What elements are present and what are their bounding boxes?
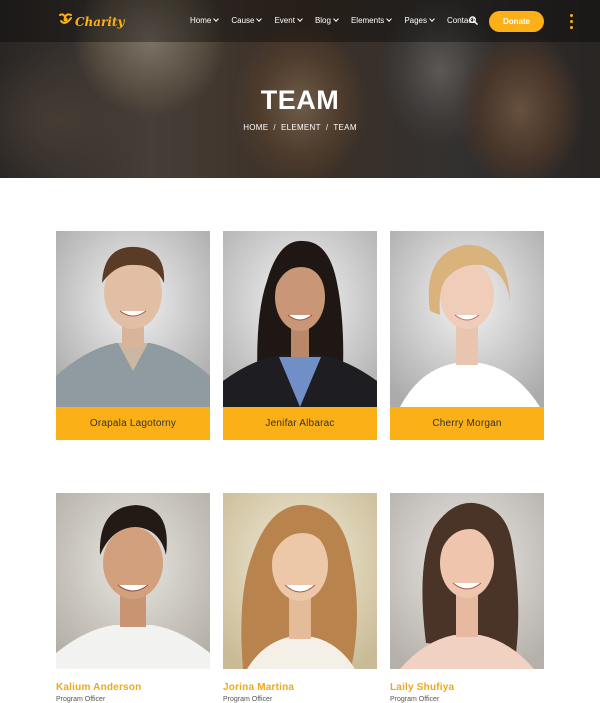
chevron-down-icon	[256, 16, 263, 22]
menu-label: Home	[190, 16, 212, 25]
breadcrumb-home[interactable]: HOME	[243, 123, 268, 132]
breadcrumb-separator: /	[273, 123, 276, 132]
search-icon[interactable]	[469, 16, 478, 25]
kebab-menu-icon[interactable]	[569, 14, 574, 29]
team-card[interactable]: Orapala Lagotorny	[56, 231, 210, 440]
member-role: Program Officer	[223, 696, 273, 703]
chevron-down-icon	[333, 16, 339, 22]
member-role: Program Officer	[390, 696, 440, 703]
member-name-bar: Orapala Lagotorny	[56, 407, 210, 440]
member-role: Program Officer	[56, 696, 106, 703]
member-name[interactable]: Jorina Martina	[223, 682, 294, 693]
charity-heart-icon	[59, 13, 72, 24]
menu-label: Pages	[404, 16, 427, 25]
member-photo	[56, 493, 210, 669]
donate-button[interactable]: Donate	[489, 11, 544, 32]
menu-label: Elements	[350, 16, 385, 25]
breadcrumb-element[interactable]: ELEMENT	[281, 123, 321, 132]
member-photo	[390, 493, 544, 669]
chevron-down-icon	[297, 16, 303, 22]
menu-label: Event	[274, 16, 295, 25]
member-name[interactable]: Laily Shufiya	[390, 682, 454, 693]
menu-item-pages[interactable]: Pages	[404, 16, 435, 25]
team-card[interactable]: Laily Shufiya Program Officer	[390, 493, 544, 703]
member-name[interactable]: Kalium Anderson	[56, 682, 141, 693]
top-navigation: Charity Home Cause Event Blog Elements P…	[0, 0, 600, 42]
member-photo	[56, 231, 210, 407]
member-photo	[223, 493, 377, 669]
logo-text: Charity	[75, 15, 125, 29]
site-logo[interactable]: Charity	[58, 11, 124, 29]
main-menu: Home Cause Event Blog Elements Pages Con…	[190, 16, 488, 25]
menu-label: Blog	[314, 16, 331, 25]
chevron-down-icon	[213, 16, 220, 22]
breadcrumb-separator: /	[325, 123, 329, 132]
breadcrumb: HOME / ELEMENT / TEAM	[0, 123, 600, 132]
member-name-bar: Cherry Morgan	[390, 407, 544, 440]
menu-item-elements[interactable]: Elements	[350, 16, 393, 25]
team-card[interactable]: Jorina Martina Program Officer	[223, 493, 377, 703]
menu-item-cause[interactable]: Cause	[231, 16, 263, 25]
member-photo	[223, 231, 377, 407]
menu-item-blog[interactable]: Blog	[314, 16, 339, 25]
menu-label: Cause	[231, 16, 255, 25]
menu-item-event[interactable]: Event	[274, 16, 303, 25]
chevron-down-icon	[386, 16, 393, 22]
team-card[interactable]: Kalium Anderson Program Officer	[56, 493, 210, 703]
member-name-bar: Jenifar Albarac	[223, 407, 377, 440]
page-title: TEAM	[260, 85, 340, 115]
team-card[interactable]: Cherry Morgan	[390, 231, 544, 440]
team-card[interactable]: Jenifar Albarac	[223, 231, 377, 440]
menu-item-home[interactable]: Home	[190, 16, 220, 25]
page-banner: Charity Home Cause Event Blog Elements P…	[0, 0, 600, 178]
member-photo	[390, 231, 544, 407]
chevron-down-icon	[429, 16, 435, 22]
breadcrumb-current: TEAM	[333, 123, 357, 132]
